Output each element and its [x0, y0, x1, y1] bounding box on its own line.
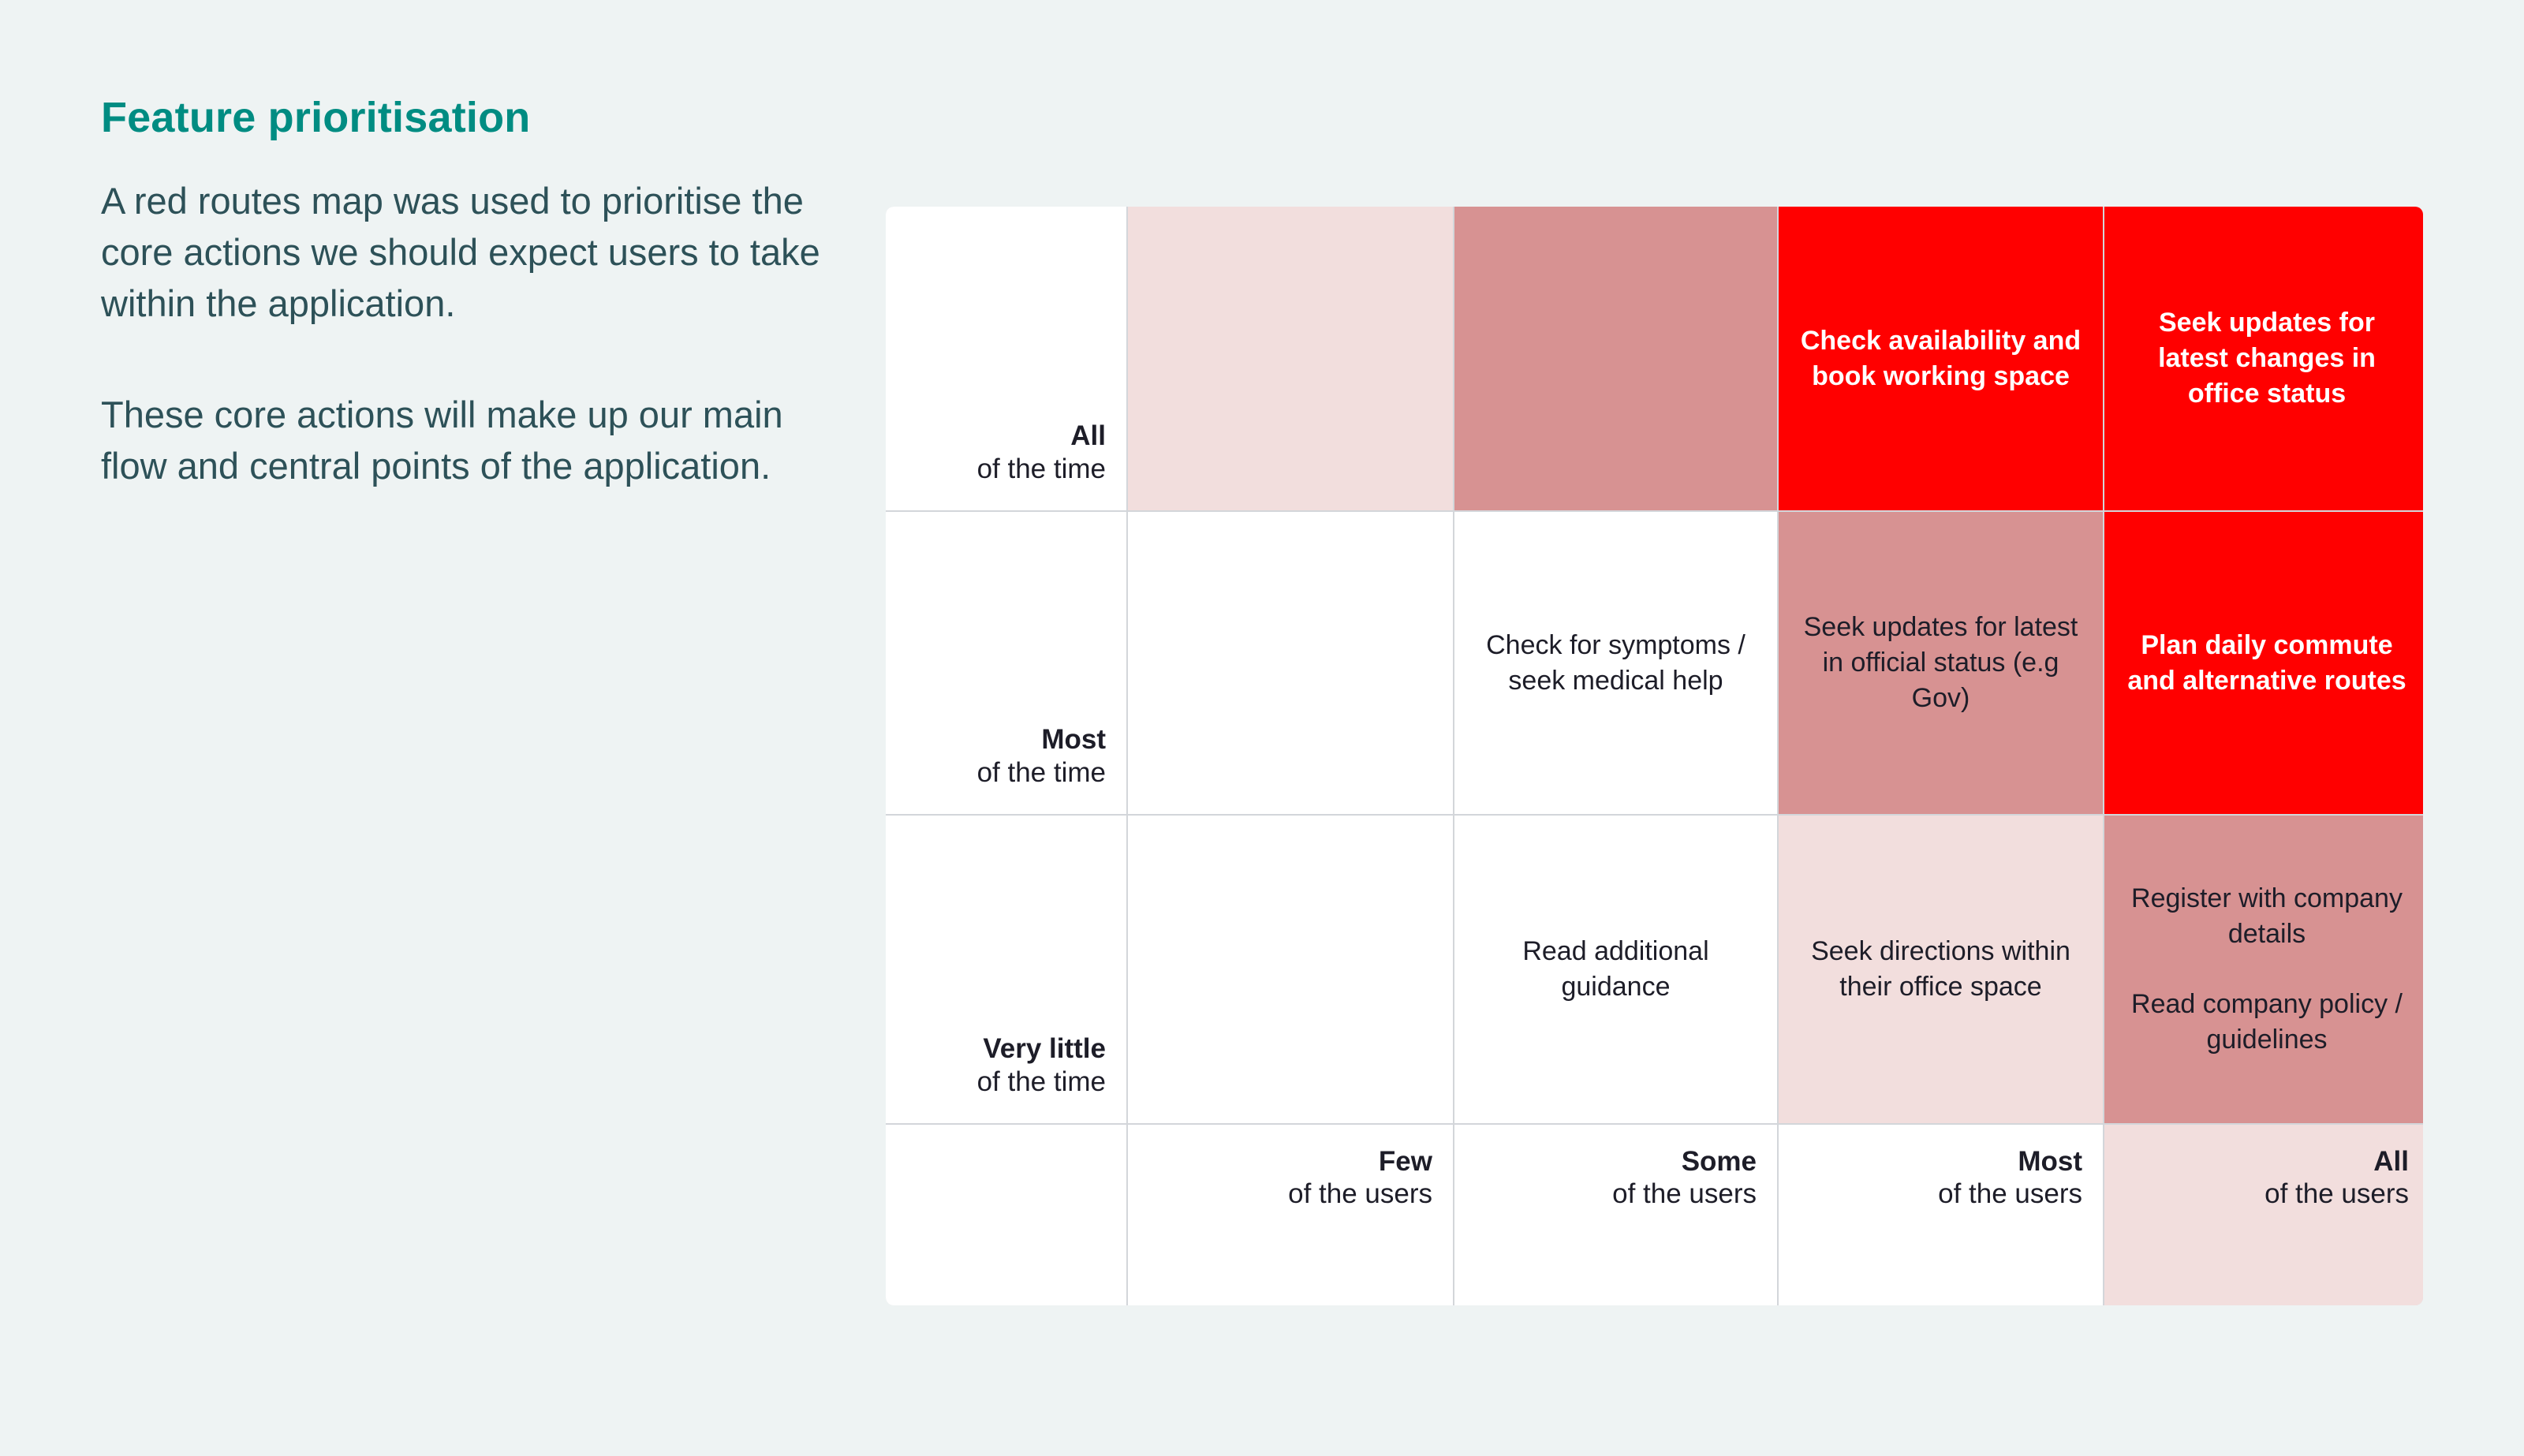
matrix-cell[interactable]: Seek updates for latest changes in offic…: [2104, 207, 2423, 510]
col-axis-strong: Some: [1681, 1146, 1757, 1177]
matrix-corner: [886, 1125, 1126, 1305]
matrix-cell[interactable]: Read additional guidance: [1454, 816, 1777, 1123]
col-axis-label-few: Few of the users: [1128, 1125, 1453, 1305]
matrix-cell[interactable]: [1128, 512, 1453, 814]
matrix-cell[interactable]: Check for symptoms / seek medical help: [1454, 512, 1777, 814]
col-axis-weak: of the users: [1938, 1178, 2082, 1210]
row-axis-label-all: All of the time: [886, 207, 1126, 510]
matrix-cell-text: Seek directions within their office spac…: [1811, 936, 2070, 1002]
intro-paragraph-1: A red routes map was used to prioritise …: [101, 180, 820, 325]
matrix-cell[interactable]: [1454, 207, 1777, 510]
matrix-cell-text: Register with company details Read compa…: [2131, 883, 2403, 1055]
row-axis-strong: Very little: [983, 1033, 1106, 1065]
col-axis-weak: of the users: [2265, 1178, 2409, 1210]
row-axis-strong: Most: [1041, 724, 1106, 756]
matrix-cell[interactable]: Check availability and book working spac…: [1779, 207, 2103, 510]
matrix-cell[interactable]: [1128, 816, 1453, 1123]
col-axis-weak: of the users: [1288, 1178, 1432, 1210]
row-axis-label-very-little: Very little of the time: [886, 816, 1126, 1123]
matrix-cell-text: Seek updates for latest in official stat…: [1803, 612, 2078, 713]
col-axis-strong: Most: [2018, 1146, 2082, 1177]
row-axis-strong: All: [1070, 420, 1106, 452]
matrix-cell-text: Check availability and book working spac…: [1800, 325, 2082, 391]
red-routes-matrix: All of the time Check availability and b…: [886, 207, 2423, 1305]
col-axis-label-most: Most of the users: [1779, 1125, 2103, 1305]
intro-paragraph-2: These core actions will make up our main…: [101, 393, 783, 487]
intro-panel: Feature prioritisation A red routes map …: [101, 94, 827, 492]
col-axis-strong: Few: [1378, 1146, 1432, 1177]
col-axis-label-some: Some of the users: [1454, 1125, 1777, 1305]
matrix-cell-text: Check for symptoms / seek medical help: [1486, 629, 1746, 696]
row-axis-weak: of the time: [976, 453, 1106, 484]
matrix-cell[interactable]: Seek updates for latest in official stat…: [1779, 512, 2103, 814]
matrix-cell[interactable]: Seek directions within their office spac…: [1779, 816, 2103, 1123]
page-title: Feature prioritisation: [101, 94, 531, 141]
matrix-cell[interactable]: [1128, 207, 1453, 510]
col-axis-label-all: All of the users: [2104, 1125, 2423, 1305]
col-axis-strong: All: [2373, 1146, 2409, 1177]
matrix-cell[interactable]: Plan daily commute and alternative route…: [2104, 512, 2423, 814]
row-axis-weak: of the time: [976, 1066, 1106, 1097]
matrix-cell-text: Read additional guidance: [1522, 936, 1709, 1002]
row-axis-label-most: Most of the time: [886, 512, 1126, 814]
matrix-cell-text: Seek updates for latest changes in offic…: [2158, 308, 2376, 409]
row-axis-weak: of the time: [976, 756, 1106, 788]
col-axis-weak: of the users: [1612, 1178, 1757, 1210]
matrix-cell-text: Plan daily commute and alternative route…: [2127, 629, 2406, 696]
matrix-cell[interactable]: Register with company details Read compa…: [2104, 816, 2423, 1123]
